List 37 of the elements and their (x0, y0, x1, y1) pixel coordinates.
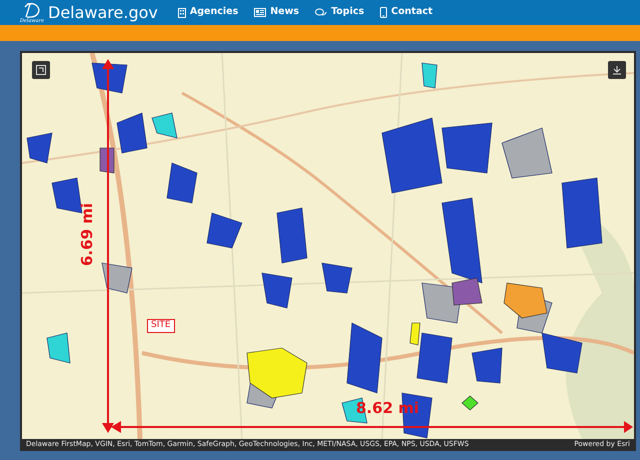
parcel-shape (92, 62, 128, 94)
parcel-shape (422, 62, 438, 88)
parcel-shape (562, 178, 602, 248)
parcel-shape (152, 112, 178, 138)
parcel-shape (116, 112, 148, 154)
square-icon (36, 65, 46, 75)
newspaper-icon (254, 8, 266, 17)
parcel-shape (262, 272, 292, 308)
parcel-shape (206, 212, 242, 248)
parcel-shape (46, 332, 70, 364)
site-title[interactable]: Delaware.gov (48, 4, 158, 20)
nav-link[interactable]: News (254, 5, 300, 20)
basemap-button[interactable] (32, 61, 50, 79)
parcel-shape (322, 262, 352, 294)
parcel-shape (346, 322, 382, 394)
site-label: SITE (147, 319, 175, 333)
parcel-shape (462, 396, 478, 410)
chat-icon (315, 8, 328, 18)
parcel-shape (472, 348, 502, 384)
download-icon (612, 65, 622, 75)
logo-icon (23, 2, 41, 18)
nav-link[interactable]: Topics (315, 5, 364, 20)
nav-link[interactable]: Agencies (178, 5, 238, 20)
parcel-shape (26, 132, 52, 164)
parcel-shape (102, 262, 132, 294)
building-icon (178, 8, 186, 18)
download-button[interactable] (608, 61, 626, 79)
parcel-shape (502, 128, 552, 178)
nav-link[interactable]: Contact (380, 5, 433, 20)
parcel-shape (166, 162, 198, 204)
parcel-shape (276, 208, 308, 264)
parcel-shape (52, 178, 82, 214)
phone-icon (380, 7, 388, 18)
parcel-shape (542, 332, 582, 374)
distance-label: 6.69 mi (80, 202, 95, 266)
parcel-shape (402, 392, 432, 438)
parcel-shape (504, 282, 548, 318)
